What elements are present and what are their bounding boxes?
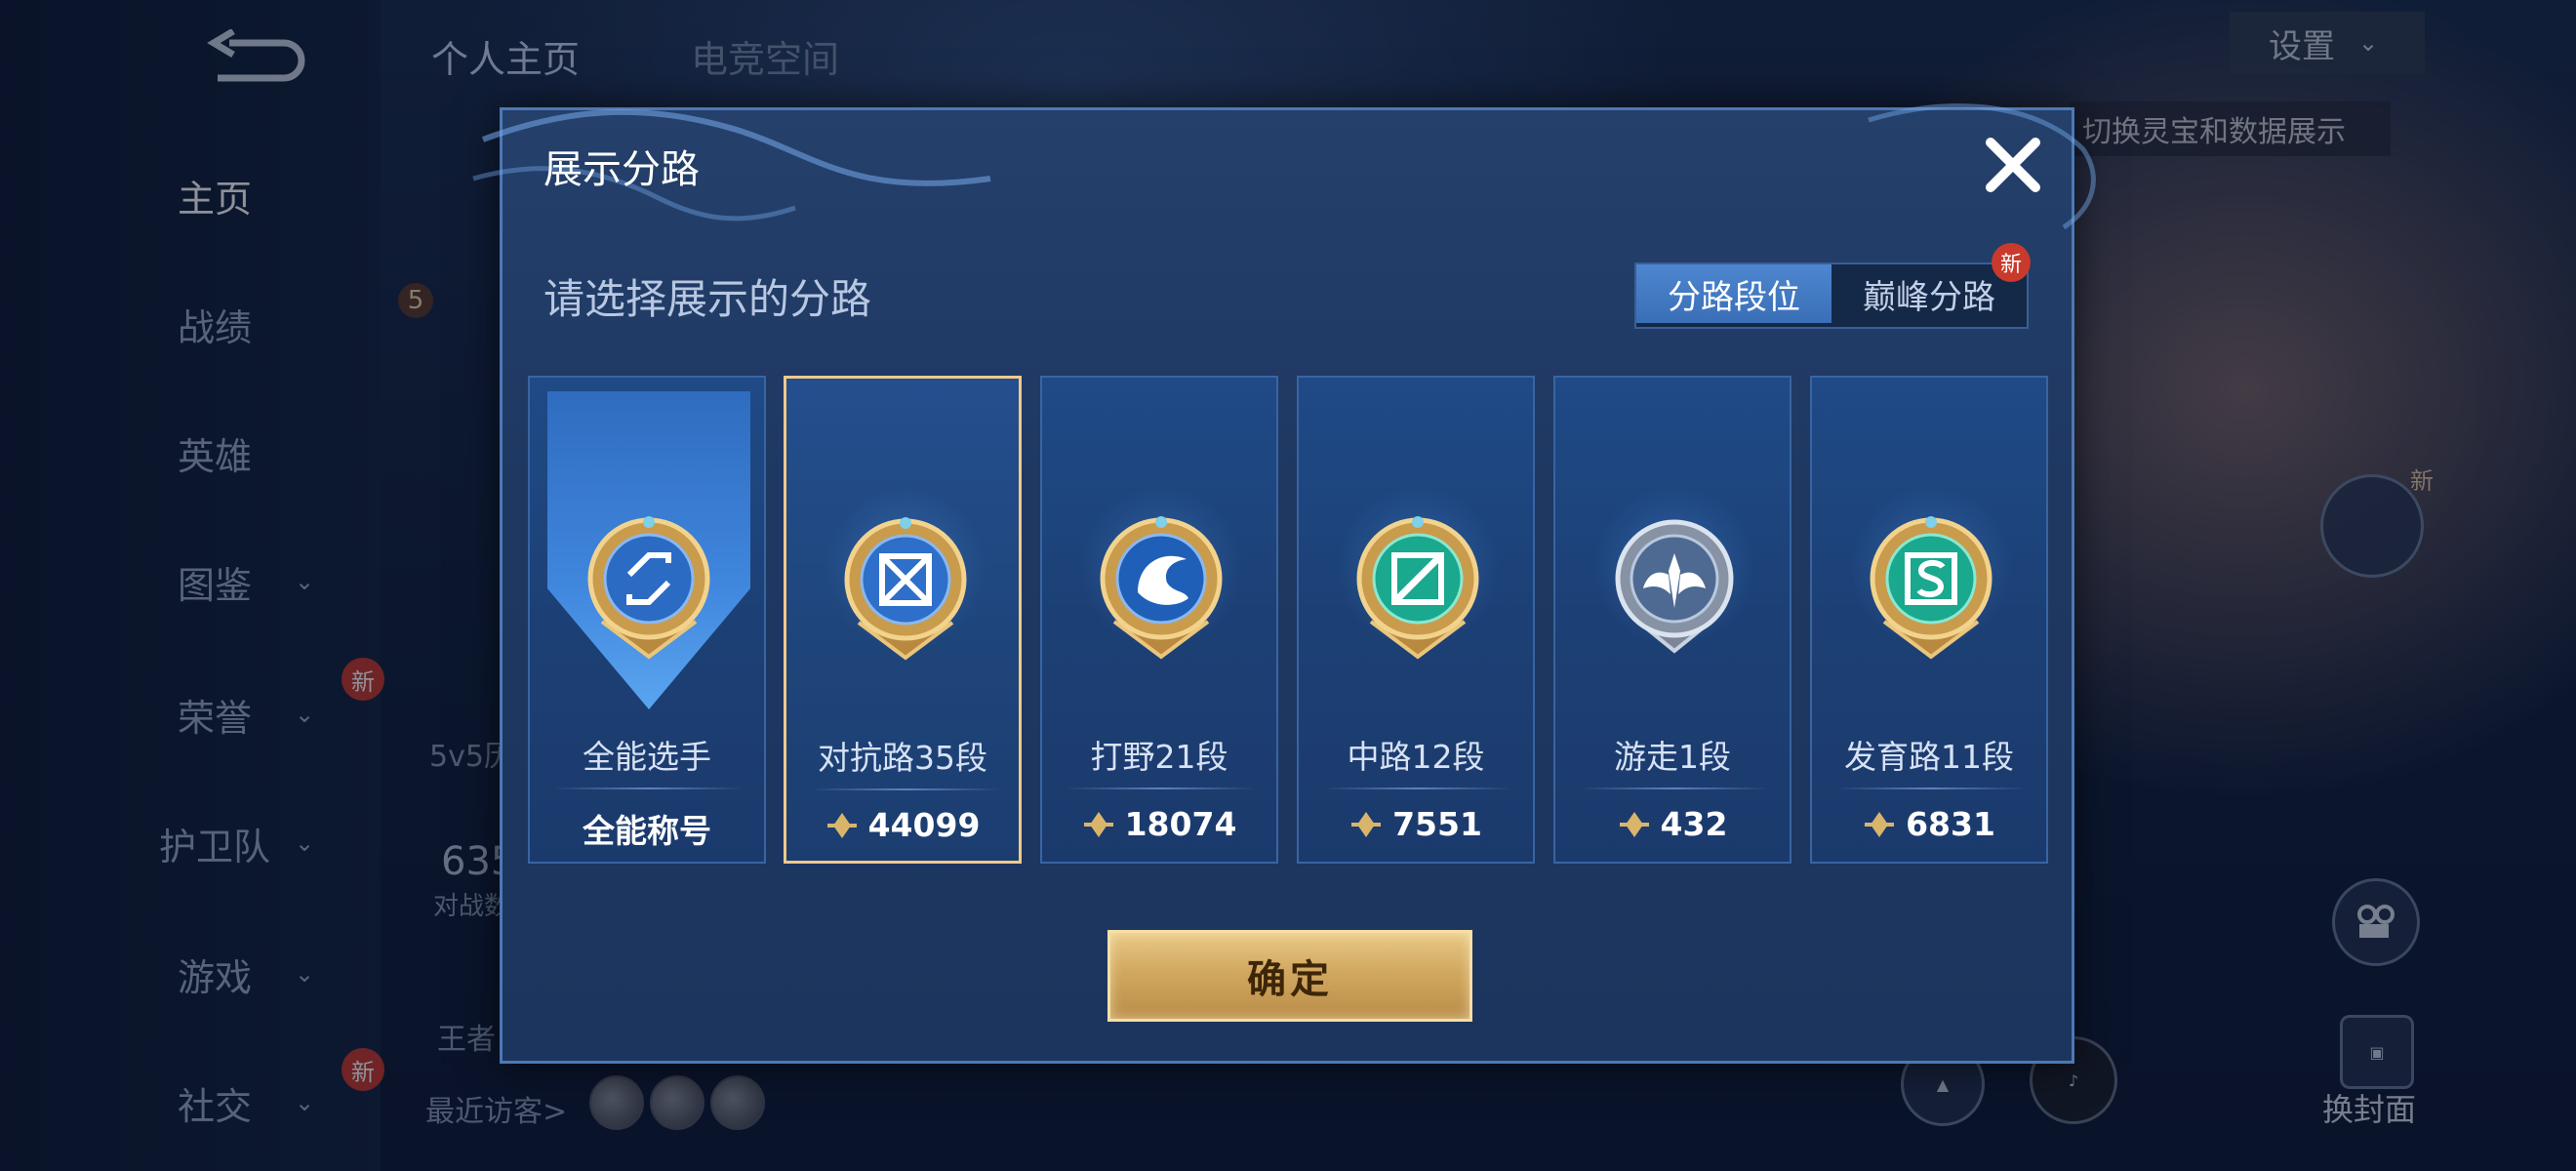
lane-display-dialog: 展示分路 请选择展示的分路 分路段位 巅峰分路 新 全能选手 全能称号 对抗路3… bbox=[472, 103, 2096, 1064]
points-icon bbox=[1865, 811, 1895, 837]
lane-score: 18074 bbox=[1042, 805, 1276, 843]
clash-lane-badge-icon bbox=[844, 517, 967, 661]
lane-score: 44099 bbox=[786, 806, 1019, 844]
mid-lane-badge-icon bbox=[1356, 516, 1479, 660]
lane-name: 全能选手 bbox=[583, 738, 711, 776]
lane-score: 全能称号 bbox=[583, 812, 711, 850]
divider bbox=[1835, 787, 2027, 789]
points-icon bbox=[826, 812, 857, 838]
lane-card-mid[interactable]: 中路12段 7551 bbox=[1297, 376, 1535, 864]
lane-card-farm[interactable]: 发育路11段 6831 bbox=[1810, 376, 2048, 864]
confirm-button[interactable]: 确定 bbox=[1107, 930, 1472, 1022]
points-icon bbox=[1351, 811, 1382, 837]
lane-card-all-round[interactable]: 全能选手 全能称号 bbox=[528, 376, 766, 864]
close-button[interactable] bbox=[1974, 126, 2052, 204]
divider bbox=[553, 787, 745, 789]
divider bbox=[1579, 787, 1770, 789]
lane-name: 中路12段 bbox=[1347, 738, 1485, 776]
lane-score: 7551 bbox=[1299, 805, 1533, 843]
lane-name: 打野21段 bbox=[1090, 738, 1228, 776]
roam-badge-icon bbox=[1615, 519, 1734, 654]
segment-lane-rank[interactable]: 分路段位 bbox=[1636, 264, 1831, 323]
dialog-subtitle: 请选择展示的分路 bbox=[543, 275, 872, 323]
segment-control: 分路段位 巅峰分路 新 bbox=[1634, 243, 2031, 329]
lane-score: 432 bbox=[1555, 805, 1790, 843]
segment-peak-lane[interactable]: 巅峰分路 新 bbox=[1831, 243, 2031, 323]
lane-card-jungle[interactable]: 打野21段 18074 bbox=[1040, 376, 1278, 864]
lane-name: 游走1段 bbox=[1614, 738, 1731, 776]
divider bbox=[810, 788, 1001, 790]
divider bbox=[1322, 787, 1513, 789]
points-icon bbox=[1619, 811, 1649, 837]
lane-name: 对抗路35段 bbox=[818, 739, 987, 777]
lane-card-roam[interactable]: 游走1段 432 bbox=[1553, 376, 1791, 864]
close-icon bbox=[1986, 138, 2040, 192]
divider bbox=[1066, 787, 1257, 789]
all-round-badge-icon bbox=[587, 516, 710, 660]
lane-card-clash[interactable]: 对抗路35段 44099 bbox=[784, 376, 1022, 864]
farm-lane-badge-icon bbox=[1870, 516, 1992, 660]
lane-name: 发育路11段 bbox=[1844, 738, 2014, 776]
jungle-badge-icon bbox=[1100, 516, 1223, 660]
points-icon bbox=[1083, 811, 1113, 837]
dialog-title: 展示分路 bbox=[543, 147, 700, 192]
new-badge: 新 bbox=[1992, 243, 2031, 282]
lane-score: 6831 bbox=[1812, 805, 2046, 843]
